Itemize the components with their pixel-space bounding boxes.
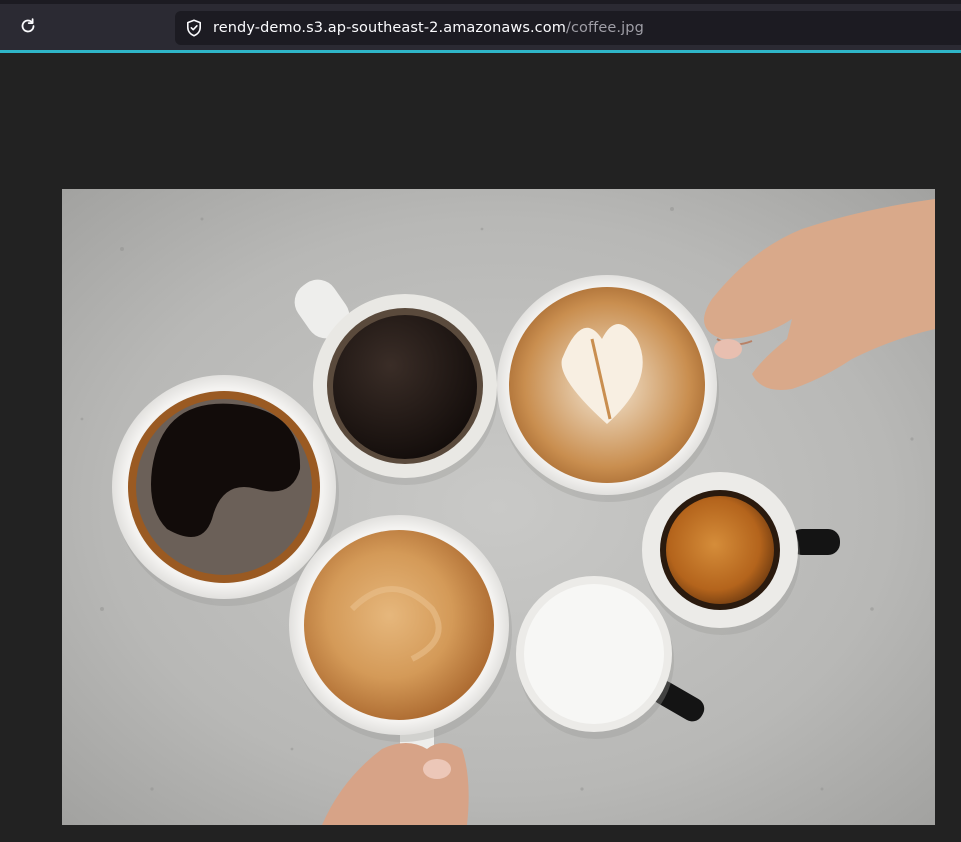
browser-toolbar: rendy-demo.s3.ap-southeast-2.amazonaws.c…: [0, 0, 961, 50]
url-bar[interactable]: rendy-demo.s3.ap-southeast-2.amazonaws.c…: [175, 11, 961, 45]
reload-icon: [19, 17, 37, 39]
reload-button[interactable]: [14, 14, 42, 42]
url-host: rendy-demo.s3.ap-southeast-2.amazonaws.c…: [213, 20, 566, 36]
url-text[interactable]: rendy-demo.s3.ap-southeast-2.amazonaws.c…: [213, 20, 644, 36]
url-path: /coffee.jpg: [565, 20, 644, 36]
shield-icon[interactable]: [185, 19, 203, 37]
coffee-image[interactable]: [62, 189, 935, 825]
